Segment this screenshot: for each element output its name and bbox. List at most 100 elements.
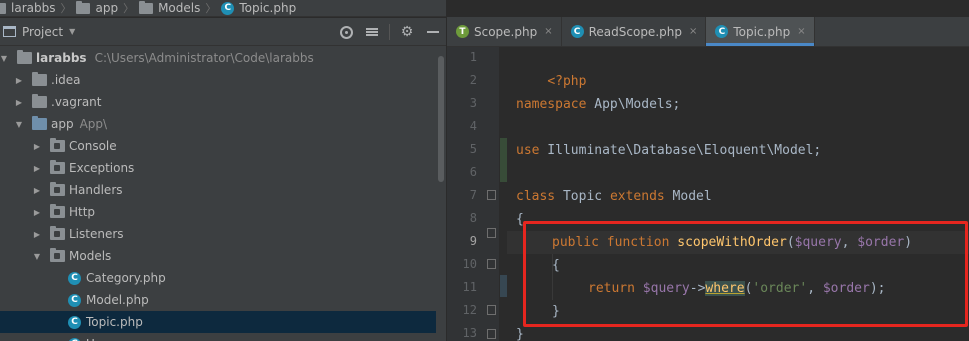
tree-item-larabbs[interactable]: ▼ larabbs C:\Users\Administrator\Code\la… [0,47,436,69]
breadcrumb-label: app [95,1,119,15]
expand-arrow-icon[interactable]: ▶ [32,186,42,195]
code-line-10: { [552,254,560,277]
tree-item-http[interactable]: ▶ Http [0,201,436,223]
namespace-name: App\Models; [586,97,681,112]
tree-item-app[interactable]: ▼ app App\ [0,113,436,135]
brace: } [552,304,560,319]
editor-tabs: T Scope.php × C ReadScope.php × C Topic.… [447,17,969,47]
php-class-icon: C [68,337,81,341]
code-editor[interactable]: <?php namespace App\Models; use Illumina… [507,47,969,341]
php-class-icon: C [68,271,81,285]
tab-readscope[interactable]: C ReadScope.php × [562,17,707,46]
method-call: where [705,281,745,296]
close-icon[interactable]: × [544,26,552,37]
fold-icon[interactable] [487,259,496,269]
expand-arrow-icon[interactable]: ▼ [0,54,9,63]
locate-button[interactable] [333,18,359,46]
php-class-icon: C [570,25,584,38]
tree-item-label: Http [69,205,96,219]
source-folder-icon [32,116,47,130]
code-line-13: } [516,323,524,341]
tree-item-listeners[interactable]: ▶ Listeners [0,223,436,245]
tree-item-handlers[interactable]: ▶ Handlers [0,179,436,201]
code-line-7: class Topic extends Model [516,185,712,208]
php-class-icon: C [715,25,729,38]
fold-icon[interactable] [487,329,496,339]
comma: , [807,281,823,296]
gear-icon: ⚙ [400,24,414,40]
settings-button[interactable]: ⚙ [394,18,420,46]
project-folder-icon [17,50,32,64]
fold-icon[interactable] [487,228,496,238]
tree-item-label: Topic.php [86,315,143,329]
expand-arrow-icon[interactable]: ▶ [32,230,42,239]
line-number: 12 [462,303,477,317]
tree-item-idea[interactable]: ▶ .idea [0,69,436,91]
hide-icon [427,31,439,33]
php-trait-icon: T [456,25,469,38]
expand-arrow-icon[interactable]: ▼ [32,252,42,261]
expand-arrow-icon[interactable]: ▶ [14,76,24,85]
vcs-modified-marker[interactable] [500,275,507,297]
breadcrumb: larabbs 〉 app 〉 Models 〉 C Topic.php [0,0,446,17]
project-scrollbar[interactable] [436,46,446,341]
tree-item-exceptions[interactable]: ▶ Exceptions [0,157,436,179]
php-class-icon: C [68,293,81,307]
breadcrumb-item-app[interactable]: app 〉 [76,0,139,16]
project-view-selector[interactable]: Project ▼ [3,25,75,39]
breadcrumb-label: Models [158,1,201,15]
tree-item-category[interactable]: C Category.php [0,267,436,289]
keyword: namespace [516,97,587,112]
tab-label: Scope.php [474,24,538,39]
tree-item-label: larabbs [36,51,87,65]
arrow-operator: -> [689,281,706,296]
folder-icon [32,72,47,86]
tab-topic[interactable]: C Topic.php × [706,17,815,46]
breadcrumb-item-models[interactable]: Models 〉 [139,0,221,16]
tree-item-topic[interactable]: C Topic.php [0,311,436,333]
folder-icon [139,0,154,14]
brace: { [516,212,524,227]
expand-arrow-icon[interactable]: ▼ [14,120,24,129]
class-name: Topic [555,189,610,204]
folder-icon [0,2,6,14]
keyword: return [588,281,635,296]
tree-item-console[interactable]: ▶ Console [0,135,436,157]
line-number: 13 [462,326,477,340]
close-icon[interactable]: × [689,26,697,37]
scrollbar-thumb[interactable] [438,56,444,182]
fold-icon[interactable] [487,190,496,200]
tree-item-user[interactable]: C U [0,333,436,341]
expand-arrow-icon[interactable]: ▶ [14,98,24,107]
editor-gutter[interactable]: 1 2 3 4 5 6 7 8 9 10 11 12 13 [447,47,499,341]
variable: $query [794,235,842,250]
locate-icon [339,25,353,39]
tree-item-label: Models [69,249,112,263]
variable: $order [822,281,870,296]
collapse-all-icon [366,28,378,36]
line-number: 4 [469,119,477,133]
project-window-icon [3,26,16,37]
tree-item-models[interactable]: ▼ Models [0,245,436,267]
expand-arrow-icon[interactable]: ▶ [32,164,42,173]
package-folder-icon [50,160,65,174]
folder-icon [76,0,91,14]
tree-item-model[interactable]: C Model.php [0,289,436,311]
tree-item-label: Category.php [86,271,166,285]
expand-arrow-icon[interactable]: ▶ [32,142,42,151]
breadcrumb-item-topic[interactable]: C Topic.php [221,1,296,15]
breadcrumb-label: Topic.php [239,1,297,15]
hide-button[interactable] [420,18,446,46]
package-folder-icon [50,138,65,152]
tab-scope[interactable]: T Scope.php × [447,17,562,46]
chevron-down-icon: ▼ [69,27,76,36]
vcs-added-marker[interactable] [500,138,507,182]
breadcrumb-item-larabbs[interactable]: larabbs 〉 [0,0,76,16]
breadcrumb-separator: 〉 [123,2,135,15]
fold-icon[interactable] [487,305,496,315]
collapse-all-button[interactable] [359,18,385,46]
tree-item-vagrant[interactable]: ▶ .vagrant [0,91,436,113]
tree-item-label: U [86,337,95,341]
close-icon[interactable]: × [797,26,805,37]
expand-arrow-icon[interactable]: ▶ [32,208,42,217]
